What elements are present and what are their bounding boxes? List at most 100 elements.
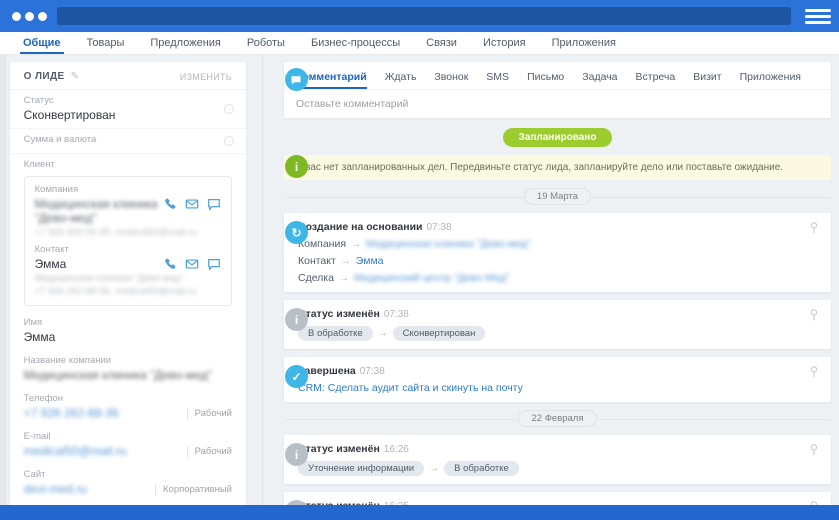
refresh-icon: ↻: [285, 221, 308, 244]
main-nav-tabs: Общие Товары Предложения Роботы Бизнес-п…: [0, 32, 839, 55]
status-badge-from: Уточнение информации: [298, 461, 424, 476]
entry-time: 07:38: [427, 222, 452, 233]
phone-value-link[interactable]: +7 926 262-88-36: [24, 406, 119, 420]
field-settings-gear-icon[interactable]: [224, 104, 234, 114]
window-dot-icon[interactable]: [25, 12, 34, 21]
contact-link[interactable]: Эмма: [356, 255, 384, 267]
status-value: Сконвертирован: [24, 108, 232, 122]
company-label: Компания: [35, 184, 221, 195]
timeline-column: Комментарий Ждать Звонок SMS Письмо Зада…: [250, 55, 839, 505]
planned-button[interactable]: Запланировано: [503, 128, 613, 147]
window-controls[interactable]: [12, 12, 47, 21]
pin-icon[interactable]: [807, 443, 821, 457]
lead-card-title: О ЛИДЕ: [24, 71, 65, 82]
info-icon: i: [285, 308, 308, 331]
composer-tab-letter[interactable]: Письмо: [527, 68, 564, 89]
name-field: Имя Эмма: [10, 312, 246, 350]
no-planned-notice: У вас нет запланированных дел. Передвинь…: [284, 155, 831, 180]
deal-link[interactable]: Медицинский центр "Дево-Мед": [354, 272, 510, 284]
phone-label: Телефон: [24, 393, 232, 404]
company-name-field: Название компании Медицинская клиника "Д…: [10, 350, 246, 388]
chat-icon[interactable]: [207, 257, 221, 271]
site-type-tag: Корпоративный: [155, 484, 232, 495]
info-icon: i: [285, 443, 308, 466]
status-label: Статус: [24, 95, 232, 106]
entry-time: 07:38: [360, 366, 385, 377]
entry-time: 16:26: [384, 444, 409, 455]
timeline-entry-created-from: Создание на основании07:38 КомпанияМедиц…: [284, 213, 831, 292]
comment-input[interactable]: [284, 90, 831, 118]
chat-icon[interactable]: [207, 197, 221, 211]
email-type-tag: Рабочий: [187, 446, 232, 457]
field-settings-gear-icon[interactable]: [224, 136, 234, 146]
lead-edit-link[interactable]: изменить: [180, 72, 232, 82]
composer-tab-visit[interactable]: Визит: [693, 68, 721, 89]
entry-row: КомпанияМедицинская клиника "Дево-мед": [298, 238, 801, 250]
address-bar[interactable]: [57, 7, 791, 25]
timeline-entry-status-change: Статус изменён16:25 Не обработанУточнени…: [284, 492, 831, 505]
client-box: Компания Медицинская клиника "Дево-мед" …: [24, 176, 232, 306]
composer-tab-task[interactable]: Задача: [582, 68, 617, 89]
entry-row: КонтактЭмма: [298, 255, 801, 267]
pin-icon[interactable]: [807, 221, 821, 235]
contact-name-link[interactable]: Эмма: [35, 257, 67, 271]
client-field: Клиент: [10, 154, 246, 174]
pin-icon[interactable]: [807, 365, 821, 379]
name-value: Эмма: [24, 330, 232, 344]
site-field: Сайт devi-med.ru Корпоративный: [10, 464, 246, 502]
composer-tab-call[interactable]: Звонок: [434, 68, 468, 89]
browser-topbar: [0, 0, 839, 32]
activity-composer: Комментарий Ждать Звонок SMS Письмо Зада…: [284, 62, 831, 118]
phone-type-tag: Рабочий: [187, 408, 232, 419]
date-separator: 22 Февраля: [518, 410, 596, 427]
window-dot-icon[interactable]: [38, 12, 47, 21]
phone-icon[interactable]: [163, 257, 177, 271]
edit-pencil-icon[interactable]: ✎: [71, 71, 79, 82]
tab-history[interactable]: История: [470, 32, 539, 54]
composer-tab-meeting[interactable]: Встреча: [636, 68, 676, 89]
tab-offers[interactable]: Предложения: [137, 32, 234, 54]
company-name-value: Медицинская клиника "Дево-мед": [24, 368, 232, 382]
task-link[interactable]: CRM: Сделать аудит сайта и скинуть на по…: [298, 382, 523, 394]
entry-title: Создание на основании07:38: [298, 221, 801, 233]
entry-title: Статус изменён16:26: [298, 443, 801, 455]
window-dot-icon[interactable]: [12, 12, 21, 21]
contact-contacts: +7 926 262-88-36, medical50@mail.ru: [35, 286, 221, 297]
composer-tab-wait[interactable]: Ждать: [385, 68, 417, 89]
company-name-label: Название компании: [24, 355, 232, 366]
client-label: Клиент: [24, 159, 232, 170]
status-badges: В обработкеСконвертирован: [298, 326, 801, 341]
bottom-bar: [0, 505, 839, 520]
email-icon[interactable]: [185, 197, 199, 211]
comment-bubble-icon: [285, 68, 308, 91]
tab-robots[interactable]: Роботы: [234, 32, 298, 54]
status-field: Статус Сконвертирован: [10, 90, 246, 129]
phone-icon[interactable]: [163, 197, 177, 211]
tab-products[interactable]: Товары: [74, 32, 138, 54]
email-value-link[interactable]: medical50@mail.ru: [24, 444, 127, 458]
phone-field: Телефон +7 926 262-88-36 Рабочий: [10, 388, 246, 426]
company-link[interactable]: Медицинская клиника "Дево-мед": [366, 238, 531, 250]
tab-links[interactable]: Связи: [413, 32, 470, 54]
status-badge-from: В обработке: [298, 326, 373, 341]
info-icon: i: [285, 155, 308, 178]
lead-info-card: О ЛИДЕ ✎ изменить Статус Сконвертирован …: [10, 62, 246, 505]
status-badges: Уточнение информации В обработке: [298, 461, 801, 476]
site-value-link[interactable]: devi-med.ru: [24, 482, 87, 496]
hamburger-menu-icon[interactable]: [805, 6, 831, 26]
pin-icon[interactable]: [807, 308, 821, 322]
name-label: Имя: [24, 317, 232, 328]
composer-tab-apps[interactable]: Приложения: [740, 68, 801, 89]
date-separator: 19 Марта: [524, 188, 591, 205]
company-contacts: +7 926 392-00-35, medical50@mail.ru: [35, 227, 221, 238]
tab-general[interactable]: Общие: [10, 32, 74, 54]
email-field: E-mail medical50@mail.ru Рабочий: [10, 426, 246, 464]
tab-apps[interactable]: Приложения: [539, 32, 629, 54]
timeline-entry-status-change: Статус изменён07:38 В обработкеСконверти…: [284, 300, 831, 349]
composer-tab-sms[interactable]: SMS: [486, 68, 509, 89]
tab-business-processes[interactable]: Бизнес-процессы: [298, 32, 413, 54]
company-name-link[interactable]: Медицинская клиника "Дево-мед": [35, 197, 163, 225]
timeline-line: [262, 55, 263, 505]
email-icon[interactable]: [185, 257, 199, 271]
status-badge-to: В обработке: [444, 461, 519, 476]
